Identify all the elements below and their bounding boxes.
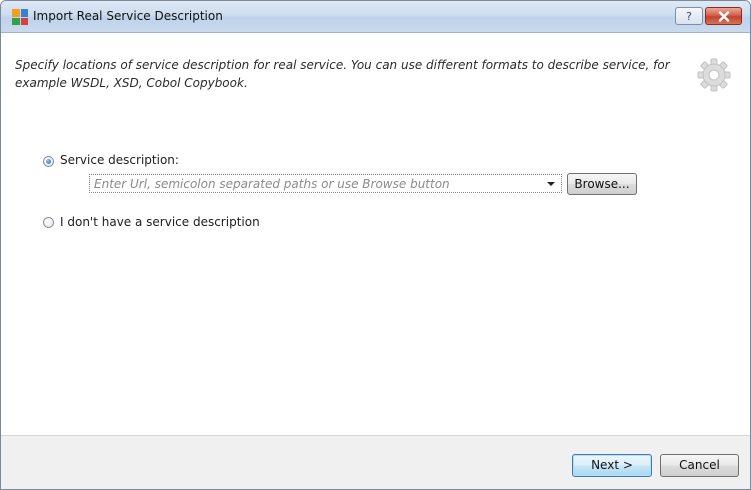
help-icon: ? bbox=[686, 10, 692, 23]
window-title: Import Real Service Description bbox=[33, 9, 223, 23]
chevron-down-icon[interactable] bbox=[547, 182, 555, 186]
header-description: Specify locations of service description… bbox=[15, 58, 670, 90]
close-button[interactable] bbox=[705, 7, 742, 25]
next-button[interactable]: Next > bbox=[572, 454, 652, 477]
service-location-combobox[interactable]: Enter Url, semicolon separated paths or … bbox=[89, 174, 562, 193]
service-description-label[interactable]: Service description: bbox=[60, 153, 179, 167]
browse-button[interactable]: Browse... bbox=[567, 173, 637, 195]
service-description-radio[interactable] bbox=[43, 156, 54, 167]
gear-icon bbox=[697, 58, 731, 92]
dialog-content: Service description: Enter Url, semicolo… bbox=[1, 113, 750, 434]
help-button[interactable]: ? bbox=[675, 7, 703, 25]
dialog-header: Specify locations of service description… bbox=[1, 33, 750, 113]
title-bar[interactable]: Import Real Service Description ? bbox=[1, 1, 750, 33]
cancel-button[interactable]: Cancel bbox=[660, 454, 739, 477]
no-description-radio[interactable] bbox=[43, 217, 54, 228]
no-description-label[interactable]: I don't have a service description bbox=[60, 215, 260, 229]
service-location-placeholder: Enter Url, semicolon separated paths or … bbox=[94, 177, 450, 191]
app-icon bbox=[12, 9, 28, 25]
import-dialog-window: Import Real Service Description ? Specif… bbox=[0, 0, 751, 490]
close-icon bbox=[718, 11, 730, 22]
dialog-footer: Next > Cancel bbox=[1, 435, 750, 489]
